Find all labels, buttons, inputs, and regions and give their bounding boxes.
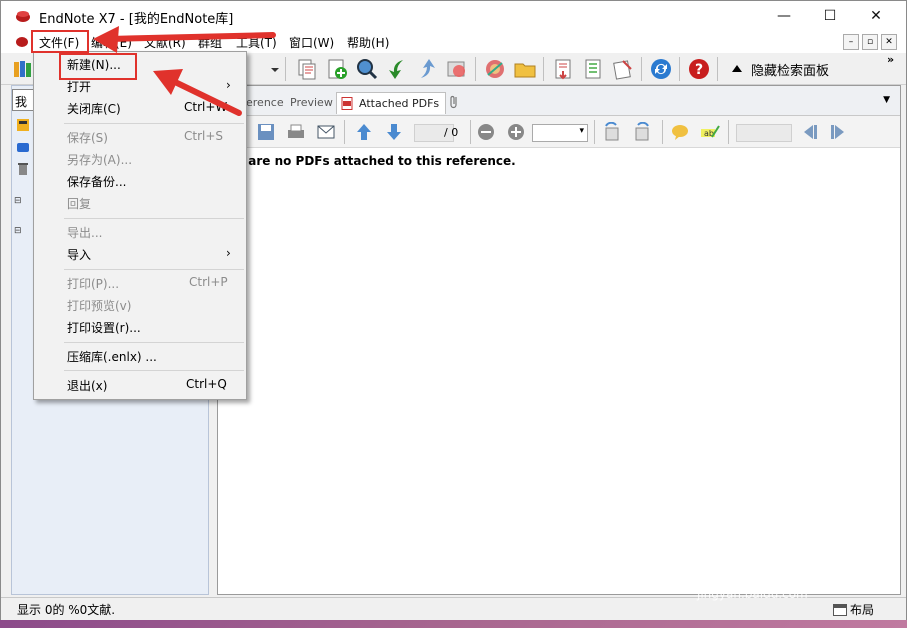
baidu-watermark-url: jingyan.baidu.com (697, 587, 808, 601)
baidu-watermark: Bai 经验 (697, 535, 821, 570)
arrow-to-file-menu (93, 26, 276, 53)
endnote-window: EndNote X7 - [我的EndNote库] — ☐ ✕ 文件(F) 编辑… (0, 0, 907, 620)
arrow-to-new-item (153, 69, 242, 116)
